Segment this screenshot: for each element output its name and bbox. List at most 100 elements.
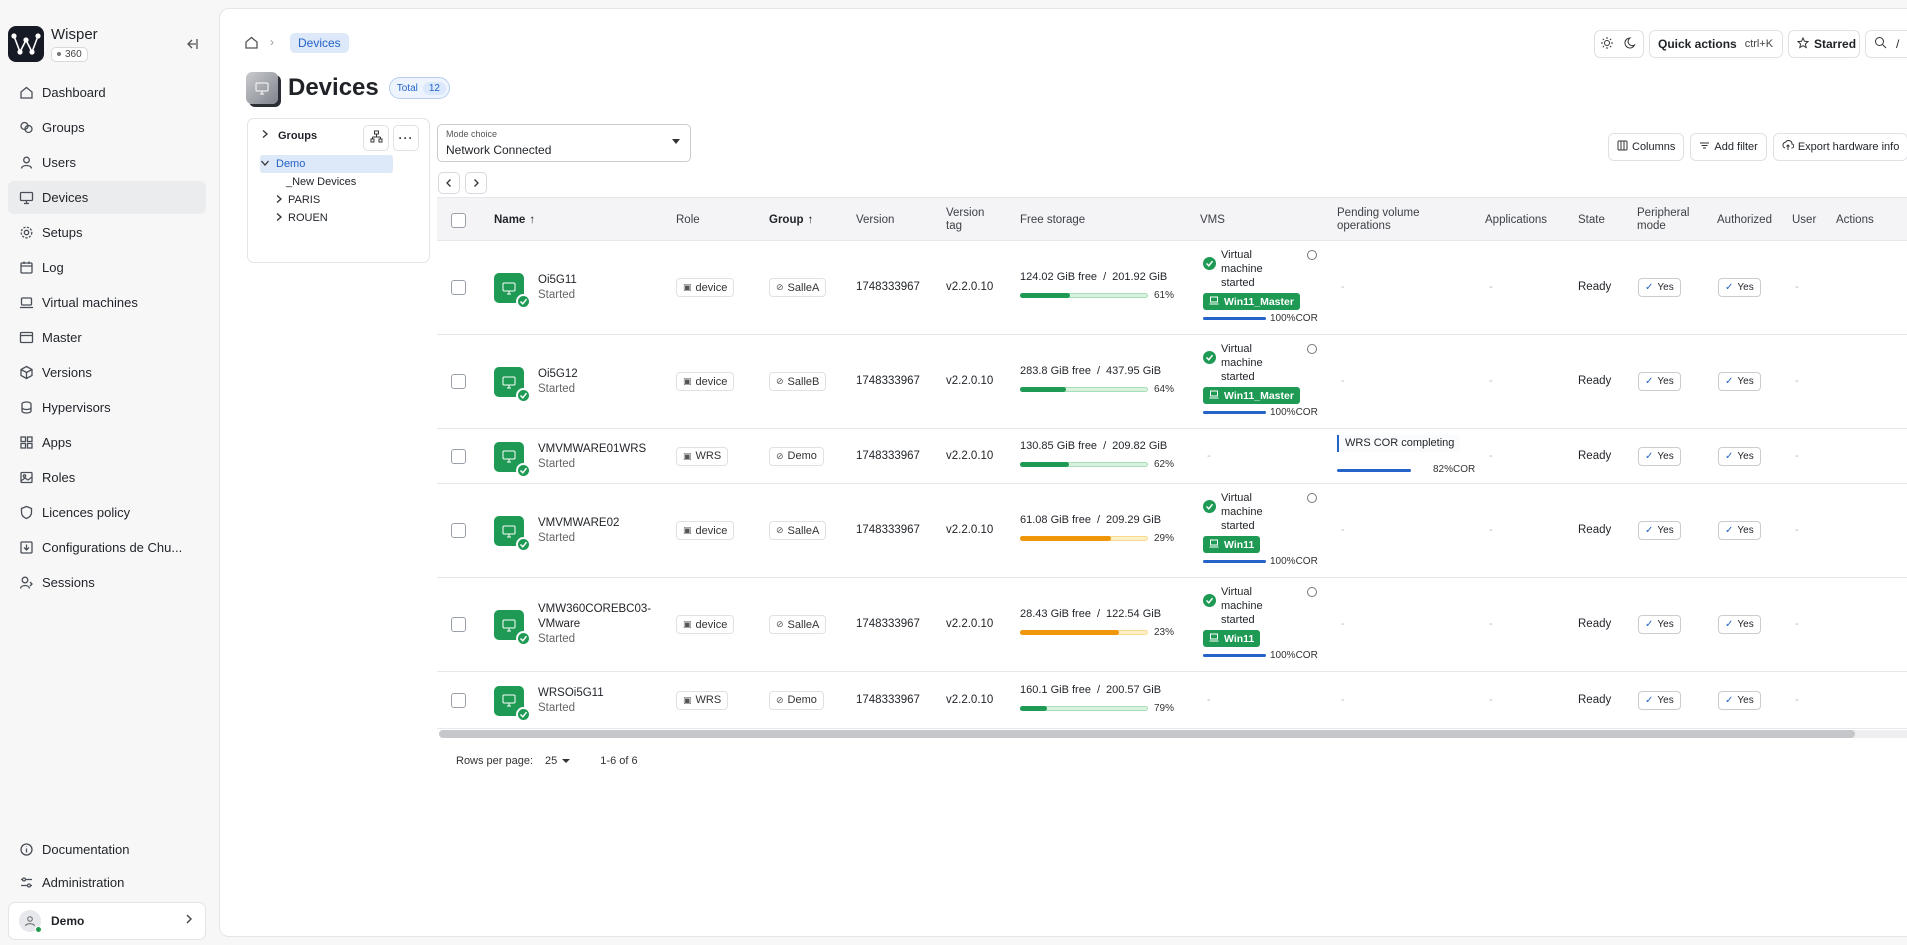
col-applications[interactable]: Applications bbox=[1485, 198, 1547, 242]
columns-button[interactable]: Columns bbox=[1608, 133, 1685, 161]
table-row[interactable]: VMW360COREBC03- VMware Started ▣ device ⊘ Sa… bbox=[437, 578, 1907, 672]
sidebar-item-devices[interactable]: Devices bbox=[8, 181, 206, 214]
authorized-toggle[interactable]: ✓ Yes bbox=[1718, 446, 1761, 466]
peripheral-mode-toggle[interactable]: ✓ Yes bbox=[1638, 446, 1681, 466]
authorized-toggle[interactable]: ✓ Yes bbox=[1718, 521, 1761, 540]
col-authorized[interactable]: Authorized bbox=[1717, 198, 1772, 242]
sun-icon[interactable] bbox=[1600, 36, 1614, 53]
peripheral-mode-toggle[interactable]: ✓ Yes bbox=[1638, 615, 1681, 634]
sidebar-item-roles[interactable]: Roles bbox=[8, 461, 206, 494]
group-chip[interactable]: ⊘ Demo bbox=[769, 690, 824, 710]
group-tree-item[interactable]: Demo bbox=[260, 155, 394, 173]
select-all-checkbox[interactable] bbox=[451, 212, 466, 228]
group-tree-item[interactable]: ROUEN bbox=[274, 209, 328, 227]
breadcrumb-current[interactable]: Devices bbox=[290, 33, 349, 53]
sidebar-item-licences-policy[interactable]: Licences policy bbox=[8, 496, 206, 529]
search-button[interactable]: / bbox=[1865, 30, 1907, 58]
sidebar-item-documentation[interactable]: Documentation bbox=[8, 834, 206, 865]
groups-header[interactable]: Groups bbox=[260, 129, 317, 142]
row-checkbox[interactable] bbox=[451, 692, 466, 708]
table-row[interactable]: VMVMWARE01WRS Started ▣ WRS ⊘ Demo 17483339… bbox=[437, 429, 1907, 484]
peripheral-mode-toggle[interactable]: ✓ Yes bbox=[1638, 690, 1681, 710]
table-row[interactable]: VMVMWARE02 Started ▣ device ⊘ SalleA 174833… bbox=[437, 484, 1907, 578]
sidebar-item-master[interactable]: Master bbox=[8, 321, 206, 354]
col-vms[interactable]: VMS bbox=[1200, 198, 1225, 242]
table-row[interactable]: WRSOi5G11 Started ▣ WRS ⊘ Demo 1748333967 v… bbox=[437, 672, 1907, 729]
device-name[interactable]: VMVMWARE01WRS bbox=[538, 442, 646, 457]
peripheral-mode-toggle[interactable]: ✓ Yes bbox=[1638, 278, 1681, 297]
row-checkbox[interactable] bbox=[451, 280, 466, 295]
theme-toggle[interactable] bbox=[1594, 30, 1644, 58]
authorized-toggle[interactable]: ✓ Yes bbox=[1718, 372, 1761, 391]
row-checkbox[interactable] bbox=[451, 374, 466, 389]
col-user[interactable]: User bbox=[1792, 198, 1816, 242]
device-name[interactable]: WRSOi5G11 bbox=[538, 686, 604, 701]
device-name[interactable]: VMW360COREBC03- bbox=[538, 602, 651, 617]
sidebar-item-virtual-machines[interactable]: Virtual machines bbox=[8, 286, 206, 319]
user-menu-button[interactable]: Demo bbox=[8, 902, 206, 940]
group-more-button[interactable]: ··· bbox=[393, 125, 419, 151]
col-actions[interactable]: Actions bbox=[1836, 198, 1874, 242]
vm-badge[interactable]: Win11 bbox=[1203, 536, 1261, 553]
scroll-right-button[interactable] bbox=[465, 172, 487, 194]
group-chip[interactable]: ⊘ SalleB bbox=[769, 372, 827, 391]
device-name[interactable]: VMVMWARE02 bbox=[538, 516, 619, 531]
sidebar-item-users[interactable]: Users bbox=[8, 146, 206, 179]
peripheral-mode-toggle[interactable]: ✓ Yes bbox=[1638, 521, 1681, 540]
moon-icon[interactable] bbox=[1624, 36, 1638, 53]
col-group[interactable]: Group ↑ bbox=[769, 198, 813, 242]
col-version-tag[interactable]: Version tag bbox=[946, 198, 996, 242]
collapse-sidebar-icon[interactable] bbox=[184, 36, 200, 52]
chevron-right-icon[interactable] bbox=[274, 212, 288, 225]
rows-per-page-select[interactable]: 25 bbox=[545, 755, 571, 767]
sidebar-item-apps[interactable]: Apps bbox=[8, 426, 206, 459]
sidebar-item-hypervisors[interactable]: Hypervisors bbox=[8, 391, 206, 424]
col-peripheral[interactable]: Peripheral mode bbox=[1637, 198, 1697, 242]
chevron-down-icon[interactable] bbox=[260, 158, 274, 171]
info-icon[interactable] bbox=[1307, 493, 1317, 503]
device-name[interactable]: Oi5G12 bbox=[538, 367, 578, 382]
authorized-toggle[interactable]: ✓ Yes bbox=[1718, 690, 1761, 710]
mode-choice-select[interactable]: Mode choice Network Connected bbox=[437, 124, 691, 162]
sidebar-item-log[interactable]: Log bbox=[8, 251, 206, 284]
col-pending[interactable]: Pending volume operations bbox=[1337, 198, 1437, 242]
scrollbar-thumb[interactable] bbox=[439, 730, 1855, 738]
authorized-toggle[interactable]: ✓ Yes bbox=[1718, 615, 1761, 634]
col-name[interactable]: Name ↑ bbox=[494, 198, 535, 242]
info-icon[interactable] bbox=[1307, 250, 1317, 260]
row-checkbox[interactable] bbox=[451, 617, 466, 632]
vm-badge[interactable]: Win11 bbox=[1203, 630, 1261, 647]
peripheral-mode-toggle[interactable]: ✓ Yes bbox=[1638, 372, 1681, 391]
group-tree-item[interactable]: _New Devices bbox=[286, 173, 356, 191]
group-chip[interactable]: ⊘ Demo bbox=[769, 446, 824, 466]
home-icon[interactable] bbox=[244, 35, 259, 53]
add-filter-button[interactable]: Add filter bbox=[1690, 133, 1767, 161]
sidebar-item-configurations-de-chu[interactable]: Configurations de Chu... bbox=[8, 531, 206, 564]
sidebar-item-versions[interactable]: Versions bbox=[8, 356, 206, 389]
sidebar-item-dashboard[interactable]: Dashboard bbox=[8, 76, 206, 109]
table-row[interactable]: Oi5G12 Started ▣ device ⊘ SalleB 1748333967… bbox=[437, 335, 1907, 429]
col-state[interactable]: State bbox=[1578, 198, 1605, 242]
row-checkbox[interactable] bbox=[451, 448, 466, 464]
vm-badge[interactable]: Win11_Master bbox=[1203, 387, 1300, 404]
sidebar-item-sessions[interactable]: Sessions bbox=[8, 566, 206, 599]
group-tree-item[interactable]: PARIS bbox=[274, 191, 320, 209]
sidebar-item-administration[interactable]: Administration bbox=[8, 867, 206, 898]
device-name-continued[interactable]: VMware bbox=[538, 617, 651, 632]
brand[interactable]: Wisper 360 bbox=[8, 26, 98, 62]
sidebar-item-setups[interactable]: Setups bbox=[8, 216, 206, 249]
info-icon[interactable] bbox=[1307, 344, 1317, 354]
export-hardware-button[interactable]: Export hardware info bbox=[1772, 133, 1907, 161]
authorized-toggle[interactable]: ✓ Yes bbox=[1718, 278, 1761, 297]
group-chip[interactable]: ⊘ SalleA bbox=[769, 521, 827, 540]
sidebar-item-groups[interactable]: Groups bbox=[8, 111, 206, 144]
device-name[interactable]: Oi5G11 bbox=[538, 273, 577, 288]
starred-button[interactable]: Starred bbox=[1788, 30, 1860, 58]
vm-badge[interactable]: Win11_Master bbox=[1203, 293, 1300, 310]
group-chip[interactable]: ⊘ SalleA bbox=[769, 278, 827, 297]
horizontal-scrollbar[interactable] bbox=[439, 730, 1907, 738]
col-role[interactable]: Role bbox=[676, 198, 700, 242]
group-chip[interactable]: ⊘ SalleA bbox=[769, 615, 827, 634]
quick-actions-button[interactable]: Quick actions ctrl+K bbox=[1649, 30, 1783, 58]
col-free-storage[interactable]: Free storage bbox=[1020, 198, 1085, 242]
